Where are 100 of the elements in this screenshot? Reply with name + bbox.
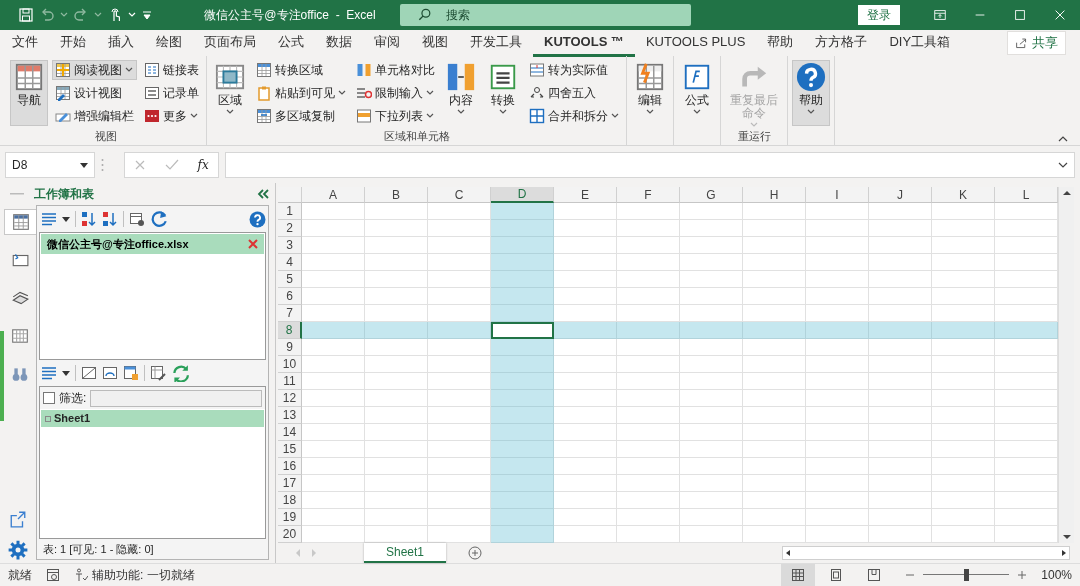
hide-icon[interactable] (81, 365, 97, 381)
ribbon-tab[interactable]: 审阅 (363, 29, 411, 57)
row-header[interactable]: 9 (278, 339, 302, 356)
ribbon-tab[interactable]: 视图 (411, 29, 459, 57)
ribbon-button[interactable]: 增强编辑栏 (52, 106, 137, 126)
row-header[interactable]: 3 (278, 237, 302, 254)
row-header[interactable]: 4 (278, 254, 302, 271)
pane-tab[interactable] (4, 209, 36, 235)
column-header[interactable]: G (680, 187, 743, 203)
row-header[interactable]: 17 (278, 475, 302, 492)
ribbon-button[interactable]: 多区域复制 (253, 106, 349, 126)
collapse-handle[interactable] (0, 331, 4, 421)
sheet-tab[interactable]: Sheet1 (364, 543, 447, 563)
ribbon-button[interactable]: 区域 (211, 60, 249, 126)
column-header[interactable]: L (995, 187, 1058, 203)
ribbon-tab[interactable]: 开始 (49, 29, 97, 57)
edit-icon[interactable] (150, 365, 166, 381)
column-header[interactable]: K (932, 187, 995, 203)
column-header[interactable]: H (743, 187, 806, 203)
sign-in-button[interactable]: 登录 (858, 5, 900, 25)
help-icon[interactable] (249, 210, 266, 228)
add-sheet-icon[interactable] (468, 546, 483, 560)
checkbox[interactable] (43, 392, 55, 404)
refresh-icon[interactable] (150, 210, 168, 228)
row-header[interactable]: 18 (278, 492, 302, 509)
column-header[interactable]: B (365, 187, 428, 203)
sort-descending-icon[interactable] (102, 211, 118, 227)
maximize-icon[interactable] (1013, 8, 1027, 22)
settings-icon[interactable] (129, 211, 145, 227)
ribbon-tab[interactable]: 帮助 (756, 29, 805, 57)
ribbon-display-icon[interactable] (933, 8, 947, 22)
close-icon[interactable] (1053, 8, 1067, 22)
row-header[interactable]: 19 (278, 509, 302, 526)
column-header[interactable]: J (869, 187, 932, 203)
column-header[interactable]: C (428, 187, 491, 203)
zoom-thumb[interactable] (964, 569, 970, 581)
ribbon-button[interactable]: 链接表 (141, 60, 202, 80)
ribbon-tab[interactable]: 文件 (1, 29, 49, 57)
ribbon-button[interactable]: 四舍五入 (526, 83, 622, 103)
ribbon-button[interactable]: 导航 (10, 60, 48, 126)
ribbon-button[interactable]: 转为实际值 (526, 60, 622, 80)
ribbon-button[interactable]: 转换 (484, 60, 522, 126)
list-icon[interactable] (41, 366, 57, 380)
sort-ascending-icon[interactable] (81, 211, 97, 227)
ribbon-tab[interactable]: 插入 (97, 29, 145, 57)
refresh-icon[interactable] (171, 364, 189, 382)
external-link-icon[interactable] (9, 510, 27, 528)
row-header[interactable]: 13 (278, 407, 302, 424)
ribbon-tab[interactable]: DIY工具箱 (878, 29, 962, 57)
save-icon[interactable] (18, 7, 34, 23)
workbook-item[interactable]: 微信公主号@专注office.xlsx (41, 234, 264, 254)
row-header[interactable]: 8 (278, 322, 302, 339)
column-header[interactable]: F (617, 187, 680, 203)
view-button[interactable] (781, 564, 816, 586)
share-button[interactable]: 共享 (1007, 31, 1066, 55)
close-icon[interactable] (248, 239, 258, 249)
row-header[interactable]: 16 (278, 458, 302, 475)
ribbon-tab[interactable]: 方方格子 (804, 29, 879, 57)
horizontal-scrollbar[interactable] (782, 546, 1070, 560)
ribbon-tab[interactable]: 公式 (267, 29, 315, 57)
expand-icon[interactable] (1058, 161, 1068, 169)
column-header[interactable]: D (491, 187, 554, 203)
row-header[interactable]: 11 (278, 373, 302, 390)
column-header[interactable]: E (554, 187, 617, 203)
ribbon-button[interactable]: 编辑 (631, 60, 669, 126)
ribbon-button[interactable]: 转换区域 (253, 60, 349, 80)
ribbon-button[interactable]: 记录单 (141, 83, 202, 103)
ribbon-button[interactable]: 更多 (141, 106, 202, 126)
zoom-level[interactable]: 100% (1041, 566, 1072, 584)
search-field[interactable]: 搜索 (400, 4, 691, 26)
row-header[interactable]: 20 (278, 526, 302, 543)
row-header[interactable]: 15 (278, 441, 302, 458)
macro-icon[interactable] (46, 568, 60, 582)
show-icon[interactable] (102, 365, 118, 381)
row-header[interactable]: 6 (278, 288, 302, 305)
ribbon-button[interactable]: 设计视图 (52, 83, 137, 103)
ribbon-button[interactable]: 粘贴到可见 (253, 83, 349, 103)
customize-icon[interactable] (141, 9, 153, 21)
column-header[interactable]: I (806, 187, 869, 203)
row-header[interactable]: 7 (278, 305, 302, 322)
row-header[interactable]: 5 (278, 271, 302, 288)
formula-input[interactable] (225, 152, 1075, 178)
row-header[interactable]: 14 (278, 424, 302, 441)
zoom-in-icon[interactable] (1017, 570, 1028, 580)
ribbon-tab[interactable]: 开发工具 (459, 29, 533, 57)
row-header[interactable]: 10 (278, 356, 302, 373)
lock-icon[interactable] (123, 365, 139, 381)
collapse-ribbon-icon[interactable] (1058, 135, 1068, 142)
ribbon-button[interactable]: 限制输入 (353, 83, 438, 103)
ribbon-tab[interactable]: KUTOOLS ™ (533, 29, 635, 57)
name-box[interactable]: D8 (5, 152, 95, 178)
row-header[interactable]: 2 (278, 220, 302, 237)
filter-field[interactable] (90, 389, 262, 407)
insert-function-button[interactable]: fx (197, 156, 209, 174)
ribbon-button[interactable]: 阅读视图 (52, 60, 137, 80)
sheet-item[interactable]: Sheet1 (41, 410, 264, 427)
ribbon-tab[interactable]: 数据 (315, 29, 363, 57)
ribbon-button[interactable]: 单元格对比 (353, 60, 438, 80)
ribbon-button[interactable]: 内容 (442, 60, 480, 126)
ribbon-button[interactable]: 合并和拆分 (526, 106, 622, 126)
